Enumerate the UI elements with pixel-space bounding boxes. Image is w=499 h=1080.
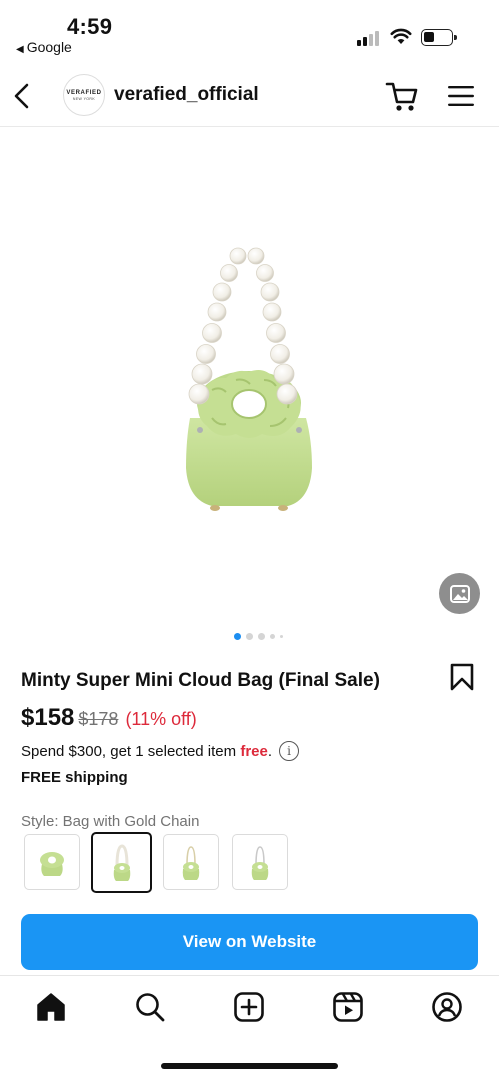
current-price: $158 — [21, 704, 75, 731]
create-icon — [234, 992, 264, 1022]
bookmark-icon[interactable] — [449, 663, 475, 691]
nav-profile[interactable] — [430, 990, 464, 1024]
promo-prefix: Spend $300, get 1 selected item — [21, 742, 237, 760]
style-variants — [24, 832, 301, 893]
status-time: 4:59 — [67, 14, 113, 39]
variant-swatch[interactable] — [163, 834, 219, 890]
shop-header: VERAFIED NEW YORK verafied_official — [0, 65, 499, 127]
carousel-dot[interactable] — [270, 634, 275, 639]
product-image-carousel[interactable] — [0, 128, 499, 618]
variant-thumbnail — [182, 846, 200, 880]
promo-suffix: . — [267, 742, 273, 760]
search-icon — [136, 993, 165, 1022]
variant-thumbnail — [251, 846, 269, 880]
carousel-dot[interactable] — [234, 633, 241, 640]
promo-text: Spend $300, get 1 selected item free. i — [21, 741, 300, 761]
carousel-dot[interactable] — [258, 633, 265, 640]
price-row: $158 $178 (11% off) — [21, 704, 197, 732]
shop-name[interactable]: verafied_official — [114, 84, 259, 106]
back-triangle-icon: ◀ — [16, 44, 24, 55]
wifi-icon — [390, 28, 412, 44]
variant-thumbnail — [113, 843, 130, 881]
cart-icon[interactable] — [384, 80, 420, 112]
shipping-info: FREE shipping — [21, 769, 128, 786]
shop-avatar[interactable]: VERAFIED NEW YORK — [63, 74, 105, 116]
home-indicator[interactable] — [161, 1063, 338, 1069]
product-title: Minty Super Mini Cloud Bag (Final Sale) — [21, 670, 380, 691]
back-app-label: Google — [26, 39, 72, 55]
back-to-app-link[interactable]: ◀ Google — [16, 39, 72, 55]
variant-swatch[interactable] — [24, 834, 80, 890]
variant-swatch[interactable] — [232, 834, 288, 890]
nav-create[interactable] — [232, 990, 266, 1024]
info-icon[interactable]: i — [279, 741, 300, 761]
avatar-sub-text: NEW YORK — [72, 96, 96, 101]
avatar-brand-text: VERAFIED — [66, 89, 102, 96]
nav-home[interactable] — [34, 990, 68, 1024]
nav-reels[interactable] — [331, 990, 365, 1024]
style-label: Style: Bag with Gold Chain — [21, 813, 200, 830]
profile-icon — [432, 992, 462, 1022]
back-chevron-icon[interactable] — [10, 81, 36, 111]
view-on-website-button[interactable]: View on Website — [21, 914, 478, 970]
variant-swatch-selected[interactable] — [91, 832, 152, 893]
carousel-dot[interactable] — [246, 633, 253, 640]
image-gallery-button[interactable] — [439, 573, 480, 614]
promo-free: free — [240, 742, 268, 760]
nav-search[interactable] — [133, 990, 167, 1024]
home-icon — [37, 993, 65, 1021]
product-photo — [186, 247, 312, 511]
variant-thumbnail — [40, 852, 64, 876]
status-bar: 4:59 ◀ Google — [0, 0, 499, 60]
cellular-signal-icon — [357, 30, 383, 46]
photo-icon — [449, 584, 470, 603]
original-price: $178 — [78, 709, 119, 729]
battery-icon — [421, 29, 457, 46]
carousel-dots — [0, 633, 499, 640]
reels-icon — [333, 992, 363, 1022]
menu-icon[interactable] — [447, 85, 475, 107]
discount-label: (11% off) — [125, 709, 197, 729]
bottom-nav — [0, 975, 499, 1043]
carousel-dot[interactable] — [280, 635, 283, 638]
